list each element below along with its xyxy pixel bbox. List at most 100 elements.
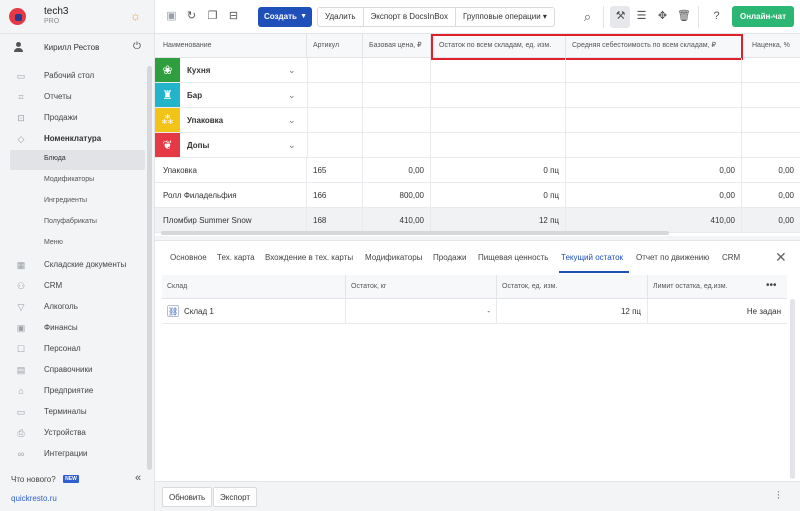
nav-item-enterprise[interactable]: ⌂ Предприятие	[0, 381, 147, 401]
details-scrollbar[interactable]	[790, 299, 795, 479]
col-markup[interactable]: Наценка, %	[742, 34, 800, 58]
action-group: Удалить Экспорт в DocsInBox Групповые оп…	[317, 7, 555, 27]
refresh-button[interactable]: Обновить	[162, 487, 213, 507]
tab-tech-card-usage[interactable]: Вхождение в тех. карты	[265, 253, 353, 262]
link-icon[interactable]: ⛓	[167, 305, 179, 317]
collapse-sidebar-icon[interactable]: «	[135, 472, 141, 484]
stock-table-header: Склад Остаток, кг Остаток, ед. изм. Лими…	[162, 275, 787, 299]
trash-icon[interactable]: 🗑	[677, 10, 691, 23]
chevron-down-icon[interactable]: ⌄	[288, 108, 296, 133]
nav-item-staff[interactable]: ☐ Персонал	[0, 339, 147, 359]
chevron-down-icon[interactable]: ⌄	[288, 133, 296, 158]
online-chat-button[interactable]: Онлайн-чат	[732, 6, 794, 27]
cell-sku: 166	[307, 183, 363, 208]
nav-item-dishes[interactable]: Блюда	[10, 150, 145, 170]
category-row[interactable]: ♜ Бар ⌄	[155, 83, 800, 108]
table-horizontal-scrollbar[interactable]	[161, 231, 669, 235]
table-header: Наименование Артикул Базовая цена, ₽ Ост…	[155, 34, 800, 58]
chevron-down-icon[interactable]: ⌄	[288, 83, 296, 108]
more-icon[interactable]: •••	[766, 275, 777, 297]
tab-sales[interactable]: Продажи	[433, 253, 466, 262]
import-icon[interactable]: ⊟	[227, 10, 240, 23]
tab-crm[interactable]: CRM	[722, 253, 740, 262]
table-row[interactable]: Ролл Филадельфия 166 800,00 0 пц 0,00 0,…	[155, 183, 800, 208]
help-icon[interactable]: ?	[710, 10, 723, 23]
site-link[interactable]: quickresto.ru	[11, 494, 57, 503]
tab-movement-report[interactable]: Отчет по движению	[636, 253, 709, 262]
nav-item-alcohol[interactable]: ▽ Алкоголь	[0, 297, 147, 317]
nav-item-terminals[interactable]: ▭ Терминалы	[0, 402, 147, 422]
nav-item-reference[interactable]: ▤ Справочники	[0, 360, 147, 380]
sidebar-scrollbar[interactable]	[147, 66, 152, 470]
nav-item-menu[interactable]: Меню	[0, 234, 147, 254]
nav-item-desktop[interactable]: ▭ Рабочий стол	[0, 66, 147, 86]
close-icon[interactable]: ✕	[775, 249, 787, 266]
col-base-price[interactable]: Базовая цена, ₽	[363, 34, 431, 58]
toolbar-divider	[603, 6, 604, 28]
delete-button[interactable]: Удалить	[318, 8, 364, 26]
cell-name: Упаковка	[155, 158, 307, 183]
nav-item-finance[interactable]: ▣ Финансы	[0, 318, 147, 338]
nav-item-devices[interactable]: ⎙ Устройства	[0, 423, 147, 443]
col-stock-kg[interactable]: Остаток, кг	[346, 275, 497, 299]
category-row[interactable]: ❀ Кухня ⌄	[155, 58, 800, 83]
filter-settings-icon[interactable]: ⫶	[777, 490, 780, 503]
category-row[interactable]: ⁂ Упаковка ⌄	[155, 108, 800, 133]
col-sku[interactable]: Артикул	[307, 34, 363, 58]
nav-label: Предприятие	[44, 386, 94, 395]
table-cell	[431, 83, 566, 108]
tools-icon[interactable]: ⚒	[614, 10, 627, 23]
tab-tech-card[interactable]: Тех. карта	[217, 253, 255, 262]
save-icon[interactable]: ▣	[165, 10, 178, 23]
refresh-icon[interactable]: ↻	[185, 10, 198, 23]
user-row[interactable]: Кирилл Рестов ⏻	[0, 36, 155, 60]
nav-label: Интеграции	[44, 449, 88, 458]
nav-label: CRM	[44, 281, 63, 290]
nav-item-warehouse-docs[interactable]: ▦ Складские документы	[0, 255, 147, 275]
nav-item-ingredients[interactable]: Ингредиенты	[0, 192, 147, 212]
nav-item-sales[interactable]: ⊡ Продажи	[0, 108, 147, 128]
tab-modifiers[interactable]: Модификаторы	[365, 253, 422, 262]
nav-label: Модификаторы	[44, 176, 95, 183]
export-button[interactable]: Экспорт	[213, 487, 258, 507]
sun-icon[interactable]: ☼	[130, 10, 142, 22]
brand-header[interactable]: tech3 PRO ☼	[0, 0, 155, 34]
nav-item-crm[interactable]: ⚇ CRM	[0, 276, 147, 296]
create-button[interactable]: Создать ▼	[258, 7, 312, 27]
col-total-stock[interactable]: Остаток по всем складам, ед. изм.	[431, 34, 566, 58]
copy-icon[interactable]: ❐	[206, 10, 219, 23]
toolbar-divider	[698, 6, 699, 28]
col-warehouse[interactable]: Склад	[162, 275, 346, 299]
table-row[interactable]: Упаковка 165 0,00 0 пц 0,00 0,00	[155, 158, 800, 183]
export-docsinbox-button[interactable]: Экспорт в DocsInBox	[364, 8, 456, 26]
list-icon[interactable]: ☰	[635, 10, 648, 23]
move-icon[interactable]: ✥	[656, 10, 669, 23]
nav-item-integrations[interactable]: ∞ Интеграции	[0, 444, 147, 464]
details-footer: Обновить Экспорт ⫶	[155, 481, 800, 511]
search-icon[interactable]: ⌕	[581, 10, 594, 23]
col-name[interactable]: Наименование	[155, 34, 307, 58]
table-row-selected[interactable]: Пломбир Summer Snow 168 410,00 12 пц 410…	[155, 208, 800, 233]
tab-current-stock[interactable]: Текущий остаток	[561, 253, 623, 262]
cell-sku: 168	[307, 208, 363, 233]
category-row[interactable]: ❦ Допы ⌄	[155, 133, 800, 158]
tab-general[interactable]: Основное	[170, 253, 207, 262]
cell-name: Ролл Филадельфия	[155, 183, 307, 208]
chevron-down-icon[interactable]: ⌄	[288, 58, 296, 83]
stock-row[interactable]: ⛓ Склад 1 - 12 пц Не задан	[162, 299, 787, 324]
whats-new-link[interactable]: Что нового?	[11, 475, 56, 484]
nav-item-semifinished[interactable]: Полуфабрикаты	[0, 213, 147, 233]
nav-item-reports[interactable]: ⌗ Отчеты	[0, 87, 147, 107]
group-operations-dropdown[interactable]: Групповые операции ▾	[456, 8, 554, 26]
cell-stock-limit: Не задан	[746, 307, 781, 316]
power-icon[interactable]: ⏻	[133, 41, 141, 52]
cell-sku: 165	[307, 158, 363, 183]
col-avg-cost[interactable]: Средняя себестоимость по всем складам, ₽	[566, 34, 742, 58]
cell-warehouse: ⛓ Склад 1	[162, 299, 346, 324]
nav-item-nomenclature[interactable]: ◇ Номенклатура	[0, 129, 147, 149]
nav-label: Блюда	[44, 155, 66, 162]
cell-price: 800,00	[363, 183, 431, 208]
col-stock-units[interactable]: Остаток, ед. изм.	[497, 275, 648, 299]
nav-item-modifiers[interactable]: Модификаторы	[0, 171, 147, 191]
tab-nutrition[interactable]: Пищевая ценность	[478, 253, 548, 262]
